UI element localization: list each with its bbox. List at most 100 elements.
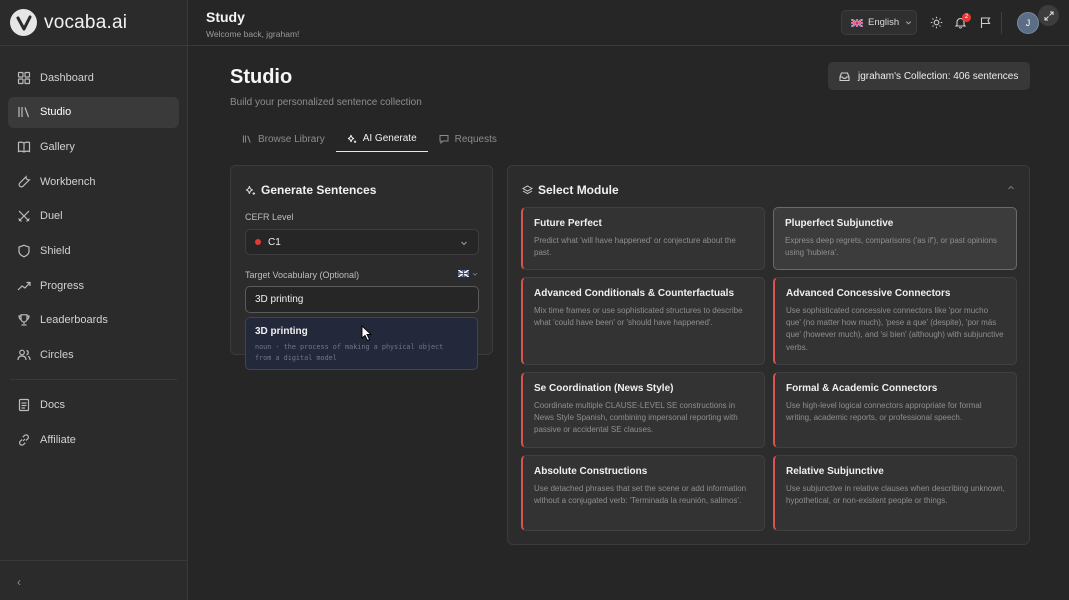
module-card-title: Relative Subjunctive bbox=[786, 466, 884, 477]
module-card-absolute-constructions[interactable]: Absolute Constructions Use detached phra… bbox=[521, 455, 765, 531]
sidebar-item-label: Gallery bbox=[40, 140, 75, 153]
tab-label: AI Generate bbox=[362, 133, 417, 144]
logo[interactable]: vocaba.ai bbox=[0, 0, 187, 46]
sidebar-item-label: Duel bbox=[40, 210, 63, 223]
sun-icon[interactable] bbox=[930, 16, 943, 29]
avatar[interactable]: J bbox=[1017, 12, 1039, 34]
module-card-title: Advanced Conditionals & Counterfactuals bbox=[534, 288, 735, 299]
tab-label: Browse Library bbox=[258, 133, 325, 145]
module-card-desc: Use subjunctive in relative clauses when… bbox=[786, 484, 1005, 506]
module-card-relative-subjunctive[interactable]: Relative Subjunctive Use subjunctive in … bbox=[773, 455, 1017, 531]
link-icon bbox=[17, 433, 31, 447]
module-card-desc: Express deep regrets, comparisons ('as i… bbox=[785, 236, 998, 258]
uk-flag-icon bbox=[851, 18, 863, 27]
sidebar-nav: Dashboard Studio Gallery Workbench Duel … bbox=[0, 46, 187, 455]
sidebar-item-circles[interactable]: Circles bbox=[8, 340, 179, 371]
logo-icon bbox=[10, 9, 37, 36]
module-card-desc: Coordinate multiple CLAUSE-LEVEL SE cons… bbox=[534, 401, 738, 435]
sidebar-item-studio[interactable]: Studio bbox=[8, 96, 179, 128]
sparkle-icon bbox=[245, 185, 256, 196]
library-icon bbox=[17, 105, 31, 119]
mouse-cursor-icon bbox=[361, 325, 373, 342]
chevron-down-icon bbox=[472, 272, 478, 276]
tab-browse-library[interactable]: Browse Library bbox=[231, 126, 336, 152]
sidebar-item-shield[interactable]: Shield bbox=[8, 235, 179, 266]
sidebar-item-gallery[interactable]: Gallery bbox=[8, 131, 179, 162]
sidebar-item-progress[interactable]: Progress bbox=[8, 270, 179, 301]
sidebar-item-label: Affiliate bbox=[40, 433, 76, 446]
sidebar-item-label: Studio bbox=[40, 106, 72, 119]
swords-icon bbox=[17, 209, 31, 223]
uk-flag-icon bbox=[458, 270, 469, 277]
suggestion-definition-line: noun · the process of making a physical … bbox=[255, 343, 444, 351]
layers-icon bbox=[522, 184, 533, 196]
module-card-desc: Use high-level logical connectors approp… bbox=[786, 401, 982, 423]
sidebar-item-dashboard[interactable]: Dashboard bbox=[8, 62, 179, 93]
cefr-value: C1 bbox=[268, 236, 281, 248]
vocab-input[interactable]: 3D printing bbox=[245, 286, 479, 313]
cefr-select[interactable]: C1 bbox=[245, 229, 479, 255]
sidebar-item-duel[interactable]: Duel bbox=[8, 201, 179, 232]
module-card-desc: Predict what 'will have happened' or con… bbox=[534, 236, 736, 258]
suggestion-definition: noun · the process of making a physical … bbox=[255, 342, 468, 364]
book-icon bbox=[17, 140, 31, 154]
module-card-title: Formal & Academic Connectors bbox=[786, 383, 938, 394]
generate-title: Generate Sentences bbox=[245, 183, 376, 197]
language-selector[interactable]: English bbox=[841, 10, 917, 35]
inbox-icon bbox=[839, 71, 850, 82]
tab-label: Requests bbox=[454, 133, 497, 145]
cefr-label: CEFR Level bbox=[245, 212, 294, 222]
module-title-text: Select Module bbox=[538, 183, 619, 197]
collection-label: jgraham's Collection: 406 sentences bbox=[858, 70, 1019, 82]
generate-title-text: Generate Sentences bbox=[261, 183, 377, 197]
expand-icon[interactable] bbox=[1038, 5, 1059, 26]
sidebar-footer: ‹ bbox=[0, 560, 188, 600]
trend-icon bbox=[17, 279, 31, 293]
tab-ai-generate[interactable]: AI Generate bbox=[335, 126, 428, 152]
sidebar-item-leaderboards[interactable]: Leaderboards bbox=[8, 305, 179, 336]
sidebar-item-workbench[interactable]: Workbench bbox=[8, 166, 179, 197]
sidebar-item-label: Circles bbox=[40, 349, 74, 361]
module-card-title: Se Coordination (News Style) bbox=[534, 383, 674, 394]
sidebar-item-affiliate[interactable]: Affiliate bbox=[8, 424, 179, 455]
module-panel: Select Module Future Perfect Predict wha… bbox=[507, 165, 1030, 545]
module-title: Select Module bbox=[522, 183, 619, 197]
document-icon bbox=[17, 398, 31, 412]
language-label: English bbox=[868, 17, 900, 28]
sidebar-divider bbox=[10, 378, 177, 380]
module-card-concessive-connectors[interactable]: Advanced Concessive Connectors Use sophi… bbox=[773, 277, 1017, 365]
module-card-formal-connectors[interactable]: Formal & Academic Connectors Use high-le… bbox=[773, 372, 1017, 448]
sparkle-icon bbox=[347, 134, 357, 144]
module-card-desc: Mix time frames or use sophisticated str… bbox=[534, 306, 743, 328]
module-card-title: Future Perfect bbox=[534, 218, 602, 229]
tab-bar: Browse Library AI Generate Requests bbox=[231, 126, 508, 152]
grid-icon bbox=[17, 71, 31, 85]
collection-badge[interactable]: jgraham's Collection: 406 sentences bbox=[828, 62, 1030, 90]
sidebar-item-docs[interactable]: Docs bbox=[8, 390, 179, 421]
collapse-sidebar-icon[interactable]: ‹ bbox=[17, 575, 21, 589]
module-card-advanced-conditionals[interactable]: Advanced Conditionals & Counterfactuals … bbox=[521, 277, 765, 365]
module-card-se-coordination[interactable]: Se Coordination (News Style) Coordinate … bbox=[521, 372, 765, 448]
sidebar: vocaba.ai Dashboard Studio Gallery Workb… bbox=[0, 0, 188, 600]
tab-requests[interactable]: Requests bbox=[428, 126, 508, 152]
sidebar-item-label: Leaderboards bbox=[40, 314, 108, 327]
module-card-title: Advanced Concessive Connectors bbox=[786, 288, 951, 299]
chevron-down-icon bbox=[461, 241, 467, 246]
module-card-title: Absolute Constructions bbox=[534, 466, 648, 477]
module-card-future-perfect[interactable]: Future Perfect Predict what 'will have h… bbox=[521, 207, 765, 270]
vocab-language-selector[interactable] bbox=[458, 270, 478, 277]
page-subtitle: Build your personalized sentence collect… bbox=[230, 97, 422, 108]
topbar: Study Welcome back, jgraham! English 2 J bbox=[188, 0, 1069, 46]
sidebar-item-label: Shield bbox=[40, 244, 71, 257]
users-icon bbox=[17, 348, 31, 362]
header-subtitle: Welcome back, jgraham! bbox=[206, 29, 300, 39]
sidebar-item-label: Workbench bbox=[40, 175, 96, 188]
sidebar-item-label: Dashboard bbox=[40, 71, 94, 84]
topbar-divider bbox=[1001, 12, 1002, 34]
module-card-desc: Use detached phrases that set the scene … bbox=[534, 484, 747, 506]
sidebar-item-label: Progress bbox=[40, 279, 85, 292]
chevron-up-icon[interactable] bbox=[1007, 184, 1015, 192]
page-title: Studio bbox=[230, 66, 293, 88]
module-card-pluperfect-subjunctive[interactable]: Pluperfect Subjunctive Express deep regr… bbox=[773, 207, 1017, 270]
flag-icon[interactable] bbox=[979, 16, 992, 29]
